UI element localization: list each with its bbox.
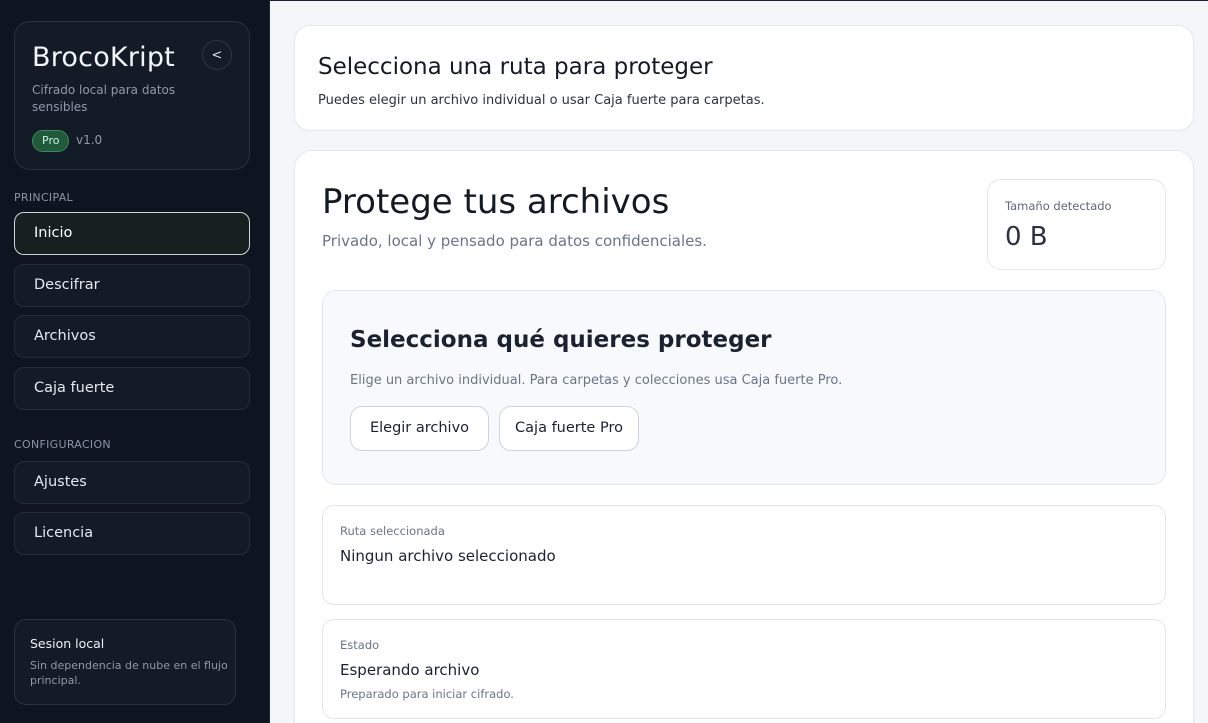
vault-pro-button[interactable]: Caja fuerte Pro xyxy=(499,406,639,451)
top-divider xyxy=(270,0,1208,1)
select-title: Selecciona qué quieres proteger xyxy=(350,327,772,353)
sidebar-item-archivos[interactable]: Archivos xyxy=(14,315,250,358)
detected-size-value: 0 B xyxy=(1005,222,1048,252)
nav-section-configuracion: CONFIGURACION xyxy=(14,438,111,451)
hero-title: Protege tus archivos xyxy=(322,182,670,222)
detected-size-label: Tamaño detectado xyxy=(1005,199,1112,213)
status-box: Estado Esperando archivo Preparado para … xyxy=(322,619,1166,719)
session-description: Sin dependencia de nube en el flujo prin… xyxy=(30,659,228,687)
sidebar-item-licencia[interactable]: Licencia xyxy=(14,512,250,555)
status-label: Estado xyxy=(340,638,380,652)
select-target-panel: Selecciona qué quieres proteger Elige un… xyxy=(322,290,1166,485)
hero-subtitle: Privado, local y pensado para datos conf… xyxy=(322,232,707,250)
selected-route-label: Ruta seleccionada xyxy=(340,524,445,538)
app-title: BrocoKript xyxy=(32,42,175,73)
status-note: Preparado para iniciar cifrado. xyxy=(340,687,514,701)
session-title: Sesion local xyxy=(30,636,105,651)
sidebar-item-ajustes[interactable]: Ajustes xyxy=(14,461,250,504)
collapse-sidebar-button[interactable]: < xyxy=(202,40,232,70)
choose-file-button[interactable]: Elegir archivo xyxy=(350,406,489,451)
app-subtitle: Cifrado local para datos sensibles xyxy=(32,83,176,114)
session-card: Sesion local Sin dependencia de nube en … xyxy=(14,619,236,705)
detected-size-card: Tamaño detectado 0 B xyxy=(987,179,1166,270)
sidebar-item-descifrar[interactable]: Descifrar xyxy=(14,264,250,307)
sidebar-item-caja-fuerte[interactable]: Caja fuerte xyxy=(14,367,250,410)
version-label: v1.0 xyxy=(76,133,103,147)
selected-route-box: Ruta seleccionada Ningun archivo selecci… xyxy=(322,505,1166,605)
brand-card: BrocoKript < Cifrado local para datos se… xyxy=(14,21,250,170)
selected-route-value: Ningun archivo seleccionado xyxy=(340,547,556,565)
plan-badge: Pro xyxy=(32,130,70,152)
sidebar-item-inicio[interactable]: Inicio xyxy=(14,212,250,255)
main-area: Selecciona una ruta para proteger Puedes… xyxy=(270,0,1208,723)
page-subtitle: Puedes elegir un archivo individual o us… xyxy=(318,93,765,108)
header-card: Selecciona una ruta para proteger Puedes… xyxy=(294,25,1194,131)
sidebar: BrocoKript < Cifrado local para datos se… xyxy=(0,0,270,723)
page-title: Selecciona una ruta para proteger xyxy=(318,54,713,80)
select-subtitle: Elige un archivo individual. Para carpet… xyxy=(350,373,843,388)
nav-section-principal: PRINCIPAL xyxy=(14,191,73,204)
status-value: Esperando archivo xyxy=(340,661,480,679)
protect-card: Protege tus archivos Privado, local y pe… xyxy=(294,150,1194,723)
